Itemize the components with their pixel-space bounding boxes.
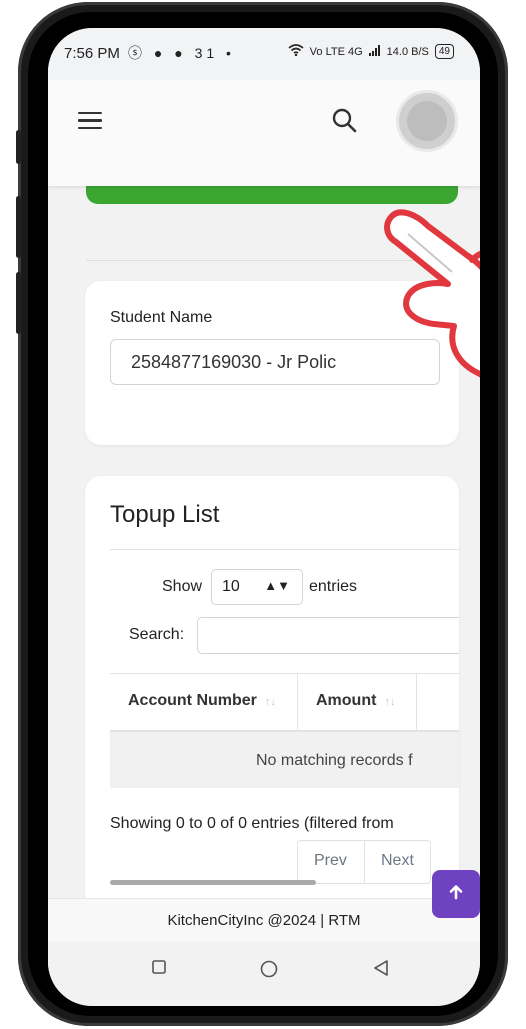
search-input[interactable] [197,617,459,654]
hamburger-icon[interactable] [78,112,102,132]
app-header [48,80,480,186]
student-card: Student Name 2584877169030 - Jr Polic [85,281,459,445]
table-info: Showing 0 to 0 of 0 entries (filtered fr… [110,815,394,832]
empty-message: No matching records f [256,752,413,769]
android-nav-bar [48,942,480,1006]
avatar[interactable] [396,90,458,152]
section-divider [86,260,458,261]
horizontal-scrollbar[interactable] [110,880,316,885]
table-empty-row: No matching records f [110,732,459,788]
entries-select[interactable]: 10 ▲▼ [211,569,303,605]
student-name-label: Student Name [110,309,213,326]
card-divider [110,549,459,550]
phone-side-button [16,196,21,258]
wifi-icon [288,44,304,59]
phone-side-button [16,130,21,164]
entries-label: entries [309,578,358,595]
entries-value: 10 [222,578,240,595]
table-header: Account Number ↑↓ Amount ↑↓ [110,673,459,732]
phone-side-button [16,272,21,334]
column-amount[interactable]: Amount ↑↓ [316,692,395,710]
avatar-image [407,101,447,141]
sort-icon: ↑↓ [384,696,396,708]
show-label: Show [162,578,203,595]
battery-icon: 49 [434,44,454,59]
status-time: 7:56 PM [64,45,120,62]
signal-icon [368,44,381,59]
status-indicators: Vo LTE 4G 14.0 B/S 49 [288,44,454,59]
column-account-number[interactable]: Account Number ↑↓ [128,692,276,710]
recent-apps-button[interactable] [152,960,166,979]
column-separator [297,674,298,730]
search-label: Search: [129,626,185,643]
column-label: Account Number [128,692,257,709]
prev-button[interactable]: Prev [298,841,365,883]
pagination: Prev Next [297,840,431,884]
network-label: Vo LTE 4G [309,45,363,58]
scroll-top-button[interactable] [432,870,480,918]
footer: KitchenCityInc @2024 | RTM [48,898,480,943]
notification-icons: ⓢ ● ● 31 • [128,45,235,61]
status-bar: 7:56 PM ⓢ ● ● 31 • Vo LTE 4G 14.0 B/S 49 [48,28,480,80]
back-button[interactable] [373,960,389,981]
next-button[interactable]: Next [365,841,430,883]
topup-card: Topup List Show 10 ▲▼ entries Search: Ac… [85,476,459,910]
sort-icon: ↑↓ [264,696,276,708]
data-speed: 14.0 B/S [386,45,429,58]
column-label: Amount [316,692,377,709]
phone-screen: 7:56 PM ⓢ ● ● 31 • Vo LTE 4G 14.0 B/S 49… [48,28,480,1006]
student-select[interactable]: 2584877169030 - Jr Polic [110,339,440,385]
select-arrows-icon: ▲▼ [264,578,290,593]
search-icon[interactable] [330,106,358,134]
home-button[interactable] [260,960,278,983]
topup-title: Topup List [110,501,220,528]
arrow-up-icon [447,881,465,907]
column-separator [416,674,417,730]
